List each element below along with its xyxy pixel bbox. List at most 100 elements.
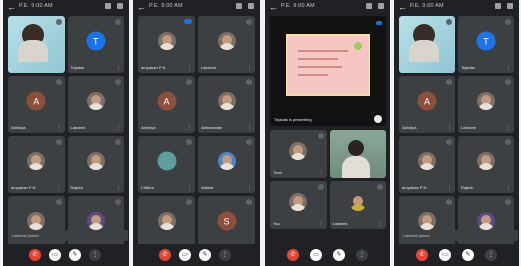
end-call-button[interactable]: ✆ — [29, 249, 41, 261]
participant-tile[interactable]: aruyanan P N ⋮ — [8, 136, 65, 193]
camera-button[interactable]: ▭ — [310, 249, 322, 261]
participant-tile[interactable]: T Tejadas ⋮ — [458, 16, 514, 73]
participant-tile[interactable]: Rajesh ⋮ — [67, 136, 124, 193]
more-options-icon[interactable]: ⋮ — [506, 126, 511, 131]
speaker-icon[interactable] — [117, 3, 123, 9]
participant-tile[interactable] — [8, 16, 65, 73]
end-call-button[interactable]: ✆ — [287, 249, 299, 261]
back-arrow-icon[interactable]: ← — [269, 1, 278, 13]
mic-button[interactable]: ✎ — [69, 249, 81, 261]
more-options-icon[interactable]: ⋮ — [506, 66, 511, 71]
participant-tile[interactable]: Lakshmi ⋮ — [329, 181, 386, 229]
participant-tile[interactable]: Chithra ⋮ — [138, 136, 195, 193]
speaking-icon — [376, 21, 382, 25]
mic-button[interactable]: ✎ — [333, 249, 345, 261]
participant-tile[interactable] — [329, 130, 386, 178]
pin-icon[interactable] — [374, 115, 382, 123]
more-options-icon[interactable]: ⋮ — [187, 126, 192, 131]
camera-button[interactable]: ▭ — [439, 249, 451, 261]
switch-camera-icon[interactable] — [366, 3, 372, 9]
participant-tile[interactable]: Lakshmi ⋮ — [67, 76, 124, 133]
participant-tile[interactable]: You ⋮ — [270, 181, 327, 229]
more-options-icon[interactable]: ⋮ — [319, 222, 324, 227]
camera-button[interactable]: ▭ — [179, 249, 191, 261]
participant-tile[interactable]: A Abhidya ⋮ — [8, 76, 65, 133]
more-options-icon[interactable]: ⋮ — [447, 186, 452, 191]
back-arrow-icon[interactable]: ← — [137, 1, 146, 13]
camera-button[interactable]: ▭ — [49, 249, 61, 261]
avatar — [348, 193, 367, 212]
more-options-icon[interactable]: ⋮ — [116, 186, 121, 191]
self-video-body — [18, 40, 48, 62]
participant-tile[interactable]: aruyanan P N ⋮ — [138, 16, 195, 73]
switch-camera-icon[interactable] — [105, 3, 111, 9]
switch-camera-icon[interactable] — [236, 3, 242, 9]
meeting-title: P.E. 9:00 AM — [19, 3, 53, 9]
participant-grid: T Tejadas ⋮ A Abhidya ⋮ Lakshmi ⋮ aruyanan P … — [8, 16, 124, 253]
participant-name: Lakshmi — [70, 125, 86, 130]
speaker-icon[interactable] — [378, 3, 384, 9]
more-options-icon[interactable]: ⋮ — [247, 66, 252, 71]
more-options-icon[interactable]: ⋮ — [116, 66, 121, 71]
back-arrow-icon[interactable]: ← — [7, 1, 16, 13]
speaker-icon[interactable] — [248, 3, 254, 9]
more-options-icon[interactable]: ⋮ — [116, 126, 121, 131]
control-bar: ✆ ▭ ✎ ⋮ — [265, 244, 390, 266]
more-options-icon[interactable]: ⋮ — [247, 126, 252, 131]
participant-name: aruyanan P N — [11, 185, 36, 190]
participant-name: Abhidya — [11, 125, 26, 130]
top-icons — [236, 3, 254, 9]
control-bar: ✆ ▭ ✎ ⋮ — [394, 244, 519, 266]
more-options-icon[interactable]: ⋮ — [447, 126, 452, 131]
top-bar: ← P.E. 9:00 AM — [265, 0, 390, 14]
more-options-button[interactable]: ⋮ — [356, 249, 368, 261]
participant-tile[interactable]: Lakshmi ⋮ — [458, 76, 514, 133]
participant-tile[interactable]: aruyanan P N ⋮ — [399, 136, 455, 193]
participant-name: Chithra — [141, 185, 154, 190]
participant-name: You — [273, 221, 280, 226]
end-call-button[interactable]: ✆ — [159, 249, 171, 261]
more-options-button[interactable]: ⋮ — [219, 249, 231, 261]
speaking-icon — [184, 19, 192, 24]
control-bar: ✆ ▭ ✎ ⋮ — [133, 244, 260, 266]
more-options-icon[interactable]: ⋮ — [57, 126, 62, 131]
mic-off-icon — [505, 79, 511, 85]
more-options-button[interactable]: ⋮ — [89, 249, 101, 261]
participant-tile[interactable] — [399, 16, 455, 73]
participant-name: Rajesh — [70, 185, 83, 190]
participant-name: Lakshmi — [201, 65, 216, 70]
avatar — [418, 212, 436, 231]
mic-off-icon — [115, 79, 121, 85]
participant-tile[interactable]: Adhish ⋮ — [198, 136, 255, 193]
mic-button[interactable]: ✎ — [462, 249, 474, 261]
participant-tile[interactable]: Rajesh ⋮ — [458, 136, 514, 193]
more-options-icon[interactable]: ⋮ — [187, 66, 192, 71]
avatar — [477, 212, 495, 231]
mic-off-icon — [246, 199, 252, 205]
participant-tile[interactable]: A Abhidya ⋮ — [138, 76, 195, 133]
more-options-icon[interactable]: ⋮ — [506, 186, 511, 191]
switch-camera-icon[interactable] — [495, 3, 501, 9]
avatar — [86, 92, 105, 111]
more-options-icon[interactable]: ⋮ — [378, 222, 383, 227]
participant-tile[interactable]: Abhinandan ⋮ — [198, 76, 255, 133]
mic-off-icon — [115, 199, 121, 205]
back-arrow-icon[interactable]: ← — [398, 1, 407, 13]
more-options-icon[interactable]: ⋮ — [247, 186, 252, 191]
participant-tile[interactable]: A Abhidya ⋮ — [399, 76, 455, 133]
avatar — [477, 92, 495, 111]
presentation-view[interactable]: Tejadas is presenting — [270, 16, 386, 126]
mic-button[interactable]: ✎ — [199, 249, 211, 261]
participant-tile[interactable]: Lakshmi ⋮ — [198, 16, 255, 73]
participant-tile[interactable]: Tumi ⋮ — [270, 130, 327, 178]
speaker-icon[interactable] — [507, 3, 513, 9]
participant-tile[interactable]: T Tejadas ⋮ — [67, 16, 124, 73]
more-options-icon[interactable]: ⋮ — [57, 186, 62, 191]
end-call-button[interactable]: ✆ — [416, 249, 428, 261]
more-options-icon[interactable]: ⋮ — [319, 171, 324, 176]
mic-off-icon — [115, 139, 121, 145]
mic-off-icon — [377, 184, 383, 190]
more-options-icon[interactable]: ⋮ — [187, 186, 192, 191]
avatar — [157, 151, 176, 171]
more-options-button[interactable]: ⋮ — [485, 249, 497, 261]
